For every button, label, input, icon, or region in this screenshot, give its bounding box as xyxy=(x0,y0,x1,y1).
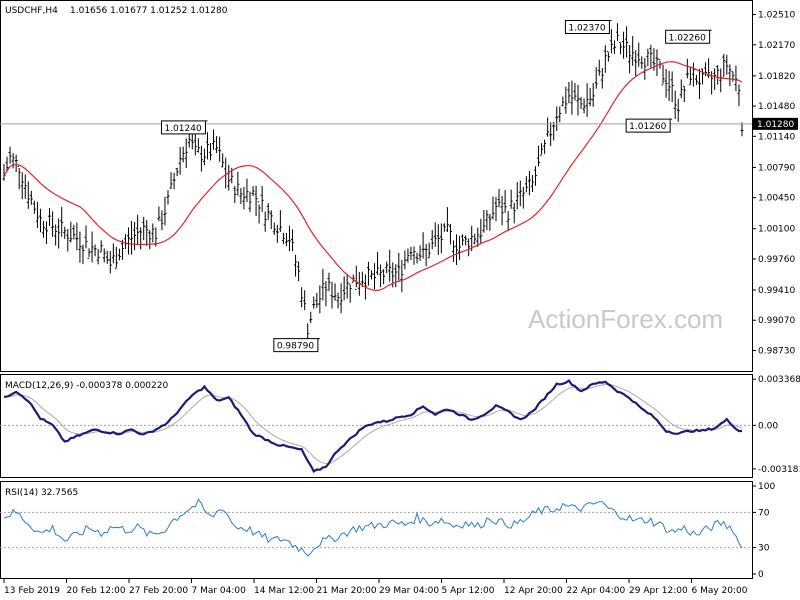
macd-title: MACD(12,26,9) -0.000378 0.000220 xyxy=(5,381,168,391)
annotation-label: 1.02260 xyxy=(669,33,706,43)
time-tick-label: 6 May 20:00 xyxy=(692,586,748,596)
frame-layer xyxy=(0,0,753,579)
price-tick-label: 1.00450 xyxy=(758,194,795,204)
price-annotation: 1.02370 xyxy=(564,19,612,34)
time-tick-label: 5 Apr 12:00 xyxy=(442,586,495,596)
price-tick-label: 1.01480 xyxy=(758,102,795,112)
annotation-label: 1.01260 xyxy=(629,122,666,132)
time-tick-label: 22 Apr 04:00 xyxy=(567,586,626,596)
price-tick-label: 0.99760 xyxy=(758,255,795,265)
macd-tick-label: 0.003368 xyxy=(758,375,800,385)
rsi-tick-label: 70 xyxy=(758,508,770,518)
chart-canvas: ActionForex.com 1.02370 1.02260 1.01240 1.0… xyxy=(0,0,800,596)
time-tick-label: 20 Feb 12:00 xyxy=(67,586,126,596)
price-tick-label: 1.00100 xyxy=(758,225,795,235)
rsi-tick-label: 30 xyxy=(758,544,770,554)
price-tick-label: 0.98730 xyxy=(758,346,795,356)
symbol-label: USDCHF,H4 xyxy=(5,6,58,16)
price-tick-label: 1.02510 xyxy=(758,11,795,21)
price-tick-label: 1.02170 xyxy=(758,41,795,51)
rsi-tick-label: 100 xyxy=(758,482,775,492)
price-annotation: 1.01260 xyxy=(625,118,673,133)
time-tick-label: 27 Feb 20:00 xyxy=(129,586,188,596)
rsi-panel-frame xyxy=(0,481,753,579)
annotation-label: 0.98790 xyxy=(277,342,314,352)
time-tick-label: 7 Mar 04:00 xyxy=(192,586,247,596)
price-tick-label: 1.00790 xyxy=(758,163,795,173)
time-tick-label: 12 Apr 20:00 xyxy=(504,586,563,596)
rsi-tick-label: 0 xyxy=(758,570,764,580)
time-tick-label: 29 Mar 04:00 xyxy=(379,586,439,596)
price-annotation: 1.01240 xyxy=(160,120,208,135)
annotation-label: 1.02370 xyxy=(568,23,605,33)
annotation-label: 1.01240 xyxy=(164,124,201,134)
time-tick-label: 29 Apr 12:00 xyxy=(629,586,688,596)
time-tick-label: 21 Mar 20:00 xyxy=(317,586,377,596)
last-price-badge: 1.01280 xyxy=(753,117,798,130)
macd-tick-label: 0.00 xyxy=(758,421,778,431)
price-tick-label: 0.99410 xyxy=(758,286,795,296)
macd-tick-label: -0.003181 xyxy=(758,465,800,475)
watermark-text: ActionForex.com xyxy=(528,304,723,334)
time-tick-label: 14 Mar 12:00 xyxy=(254,586,314,596)
price-tick-label: 0.99070 xyxy=(758,316,795,326)
price-annotation: 1.02260 xyxy=(665,29,712,44)
rsi-title: RSI(14) 32.7565 xyxy=(5,488,78,498)
price-tick-label: 1.01140 xyxy=(758,132,795,142)
ohlc-label: 1.01656 1.01677 1.01252 1.01280 xyxy=(70,6,228,16)
time-tick-label: 13 Feb 2019 xyxy=(4,586,60,596)
last-price-badge-label: 1.01280 xyxy=(757,120,794,130)
price-tick-label: 1.01820 xyxy=(758,72,795,82)
price-annotation: 0.98790 xyxy=(273,338,320,353)
